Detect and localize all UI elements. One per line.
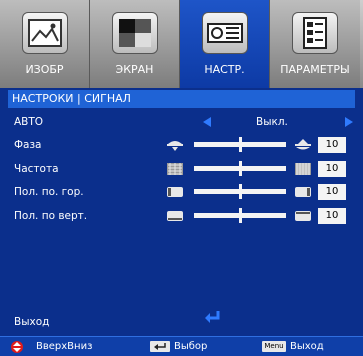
phase-decrease-icon[interactable] <box>166 138 184 152</box>
vpos-slider[interactable] <box>194 208 286 223</box>
section-title: НАСТРОКИ | СИГНАЛ <box>8 90 355 108</box>
select-label: Выбор <box>174 341 208 352</box>
right-arrow-icon[interactable] <box>345 117 353 127</box>
auto-label: АВТО <box>14 116 44 128</box>
tab-options-label: ПАРАМЕТРЫ <box>280 63 350 76</box>
menu-exit-label: Выход <box>290 341 324 352</box>
projector-setup-icon <box>201 12 248 54</box>
phase-slider[interactable] <box>194 137 286 152</box>
vpos-increase-icon[interactable] <box>294 209 312 223</box>
exit-item[interactable]: Выход <box>14 316 49 328</box>
main-tab-bar: ИЗОБР ЭКРАН НАСТР. ПАРАМЕТРЫ <box>0 0 363 88</box>
enter-arrow-icon <box>205 311 220 323</box>
phase-label: Фаза <box>14 139 42 151</box>
tab-picture-label: ИЗОБР <box>25 63 64 76</box>
frequency-value: 10 <box>318 161 346 177</box>
hpos-value: 10 <box>318 184 346 200</box>
updown-label: ВверхВниз <box>36 341 93 352</box>
vpos-label: Пол. по верт. <box>14 210 88 222</box>
hpos-increase-icon[interactable] <box>294 185 312 199</box>
auto-value: Выкл. <box>256 116 288 128</box>
tab-picture[interactable]: ИЗОБР <box>0 0 90 88</box>
hpos-row[interactable]: Пол. по. гор. 10 <box>8 181 355 203</box>
tab-setup-label: НАСТР. <box>204 63 245 76</box>
hpos-slider[interactable] <box>194 184 286 199</box>
menu-key-icon: Menu <box>262 341 286 352</box>
hpos-label: Пол. по. гор. <box>14 186 84 198</box>
left-arrow-icon[interactable] <box>203 117 211 127</box>
tab-screen[interactable]: ЭКРАН <box>90 0 180 88</box>
frequency-slider-knob[interactable] <box>239 161 242 176</box>
enter-key-icon <box>150 341 170 352</box>
tab-setup[interactable]: НАСТР. <box>180 0 270 88</box>
tab-options[interactable]: ПАРАМЕТРЫ <box>270 0 360 88</box>
phase-value: 10 <box>318 137 346 153</box>
frequency-label: Частота <box>14 163 59 175</box>
vpos-row[interactable]: Пол. по верт. 10 <box>8 205 355 227</box>
frequency-increase-icon[interactable] <box>294 162 312 176</box>
frequency-decrease-icon[interactable] <box>166 162 184 176</box>
phase-row[interactable]: Фаза 10 <box>8 134 355 156</box>
tab-screen-label: ЭКРАН <box>115 63 154 76</box>
phase-increase-icon[interactable] <box>294 138 312 152</box>
footer-hint-bar: ВверхВниз Выбор Menu Выход <box>0 336 363 356</box>
phase-slider-knob[interactable] <box>239 137 242 152</box>
screen-icon <box>111 12 158 54</box>
options-icon <box>292 12 338 54</box>
auto-row[interactable]: АВТО Выкл. <box>8 111 355 133</box>
vpos-slider-knob[interactable] <box>239 208 242 223</box>
updown-icon <box>11 341 23 353</box>
frequency-row[interactable]: Частота 10 <box>8 158 355 180</box>
hpos-decrease-icon[interactable] <box>166 185 184 199</box>
vpos-value: 10 <box>318 208 346 224</box>
frequency-slider[interactable] <box>194 161 286 176</box>
picture-icon <box>21 12 68 54</box>
hpos-slider-knob[interactable] <box>239 184 242 199</box>
vpos-decrease-icon[interactable] <box>166 209 184 223</box>
